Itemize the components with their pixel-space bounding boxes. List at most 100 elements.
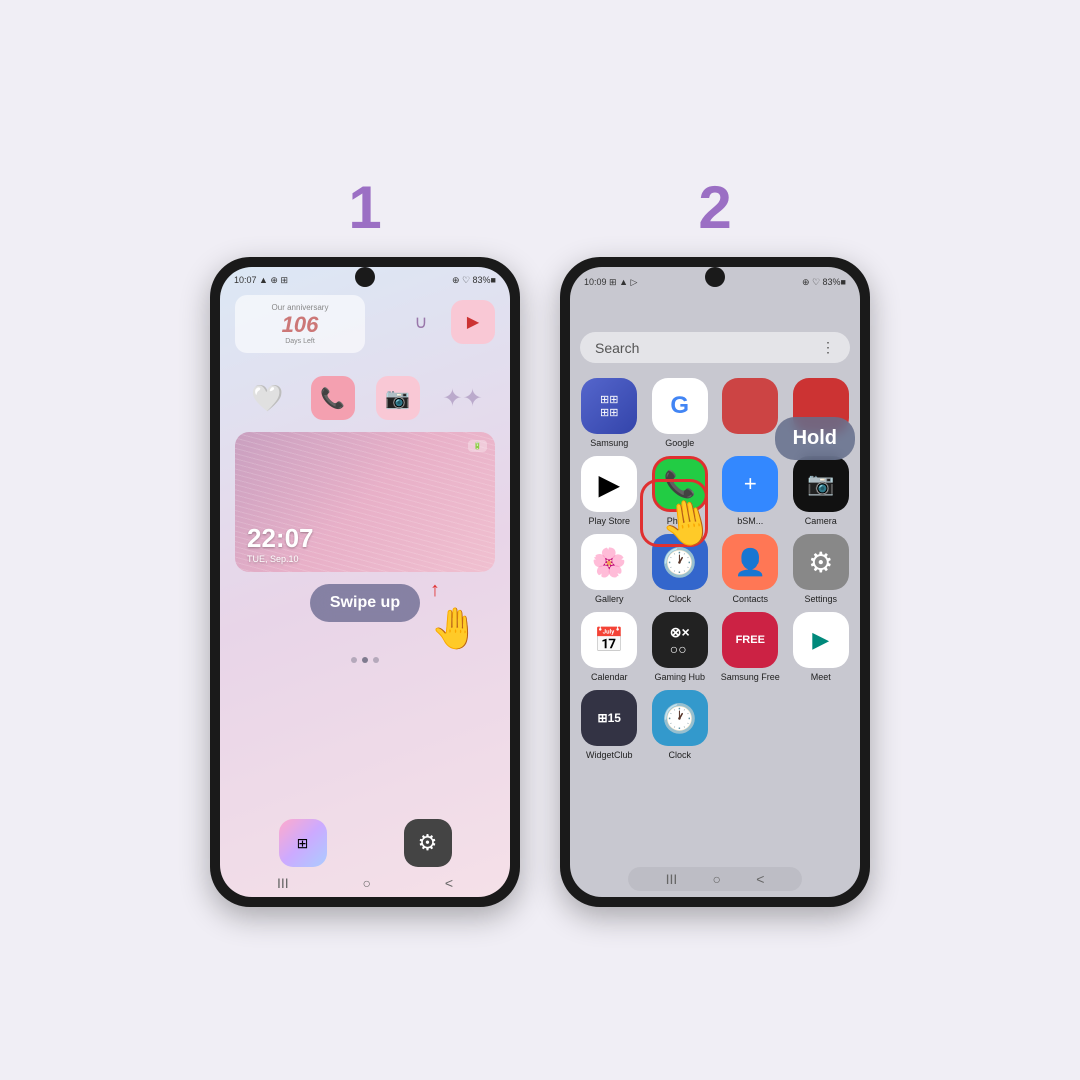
stars-icon[interactable]: ✦✦	[441, 376, 485, 420]
status-left-2: 10:09 ⊞ ▲ ▷	[584, 277, 637, 288]
nav-bar-1: III ○ <	[220, 875, 510, 891]
music-date: TUE, Sep.10	[247, 554, 314, 564]
app-widgetclub[interactable]: ⊞15 WidgetClub	[578, 690, 641, 760]
settings-label: Settings	[804, 594, 837, 604]
nav-home[interactable]: ○	[363, 875, 371, 891]
search-text: Search	[595, 340, 821, 356]
camera-icon-1[interactable]: 📷	[376, 376, 420, 420]
swipe-hand-icon: 🤚	[430, 605, 480, 652]
contacts-icon: 👤	[722, 534, 778, 590]
app-samsungfree[interactable]: FREE Samsung Free	[719, 612, 782, 682]
nav-bar-2: III ○ <	[628, 867, 802, 891]
nav-back[interactable]: III	[277, 875, 289, 891]
gallery-label: Gallery	[595, 594, 624, 604]
widgetclub-icon: ⊞15	[581, 690, 637, 746]
swipe-area: Swipe up ↑ 🤚	[235, 584, 495, 622]
step-1: 1 10:07 ▲ ⊕ ⊞ ⊕ ♡ 83%■ Our anniversary 1…	[210, 173, 520, 907]
music-info: 22:07 TUE, Sep.10	[247, 523, 314, 564]
swipe-up-button[interactable]: Swipe up	[310, 584, 420, 622]
clock2-label: Clock	[668, 750, 691, 760]
hold-hand-icon: 🤚	[656, 493, 719, 554]
google-icon: G	[652, 378, 708, 434]
nav-home-2[interactable]: ○	[713, 871, 721, 887]
icon-row-2: 🤍 📞 📷 ✦✦	[235, 376, 495, 420]
phone-1-screen: 10:07 ▲ ⊕ ⊞ ⊕ ♡ 83%■ Our anniversary 106…	[220, 267, 510, 897]
nsm-label: bSM...	[737, 516, 763, 526]
gallery-icon: 🌸	[581, 534, 637, 590]
app-playstore[interactable]: ▶ Play Store	[578, 456, 641, 526]
clock-label: Clock	[668, 594, 691, 604]
anniversary-subtitle: Our anniversary	[247, 303, 353, 312]
main-container: 1 10:07 ▲ ⊕ ⊞ ⊕ ♡ 83%■ Our anniversary 1…	[180, 143, 900, 937]
anniversary-label: Days Left	[247, 338, 353, 345]
dock-apps-icon[interactable]: ⊞	[279, 819, 327, 867]
calendar-icon: 📅	[581, 612, 637, 668]
app-contacts[interactable]: 👤 Contacts	[719, 534, 782, 604]
hold-tooltip: Hold	[775, 417, 855, 460]
nav-back-2[interactable]: III	[666, 871, 678, 887]
notch-2	[705, 267, 725, 287]
app-camera[interactable]: 📷 Camera	[790, 456, 853, 526]
clock2-icon: 🕐	[652, 690, 708, 746]
app-meet[interactable]: ▶ Meet	[790, 612, 853, 682]
playstore-label: Play Store	[588, 516, 630, 526]
contacts-label: Contacts	[732, 594, 768, 604]
unknown1-icon	[722, 378, 778, 434]
step-2-number: 2	[698, 173, 731, 242]
app-calendar[interactable]: 📅 Calendar	[578, 612, 641, 682]
home-content-1: Our anniversary 106 Days Left ∪ ▶ 🤍 📞	[220, 290, 510, 673]
search-bar[interactable]: Search ⋮	[580, 332, 850, 363]
camera-label: Camera	[805, 516, 837, 526]
app-gaminghub[interactable]: ⊗×○○ Gaming Hub	[649, 612, 712, 682]
app-unknown1[interactable]	[719, 378, 782, 448]
arrow-up-icon: ↑	[430, 579, 440, 602]
phone-2-screen: 10:09 ⊞ ▲ ▷ ⊕ ♡ 83%■ Search ⋮ ⊞⊞⊞⊞	[570, 267, 860, 897]
phone-1-frame: 10:07 ▲ ⊕ ⊞ ⊕ ♡ 83%■ Our anniversary 106…	[210, 257, 520, 907]
step-2: 2 10:09 ⊞ ▲ ▷ ⊕ ♡ 83%■ Search ⋮	[560, 173, 870, 907]
app-google[interactable]: G Google	[649, 378, 712, 448]
widgetclub-label: WidgetClub	[586, 750, 633, 760]
app-drawer: 10:09 ⊞ ▲ ▷ ⊕ ♡ 83%■ Search ⋮ ⊞⊞⊞⊞	[570, 267, 860, 897]
status-right-1: ⊕ ♡ 83%■	[452, 275, 496, 286]
meet-label: Meet	[811, 672, 831, 682]
anniversary-days: 106	[247, 312, 353, 338]
samsungfree-icon: FREE	[722, 612, 778, 668]
calendar-label: Calendar	[591, 672, 628, 682]
notch-1	[355, 267, 375, 287]
app-clock2[interactable]: 🕐 Clock	[649, 690, 712, 760]
dot-2	[362, 657, 368, 663]
samsungfree-label: Samsung Free	[721, 672, 780, 682]
status-left-1: 10:07 ▲ ⊕ ⊞	[234, 275, 288, 286]
phone-2-frame: 10:09 ⊞ ▲ ▷ ⊕ ♡ 83%■ Search ⋮ ⊞⊞⊞⊞	[560, 257, 870, 907]
meet-icon: ▶	[793, 612, 849, 668]
search-dots: ⋮	[821, 339, 835, 356]
samsung-icon: ⊞⊞⊞⊞	[581, 378, 637, 434]
dot-3	[373, 657, 379, 663]
icon-youtube[interactable]: ▶	[451, 300, 495, 344]
anniversary-widget: Our anniversary 106 Days Left	[235, 295, 365, 353]
gaminghub-label: Gaming Hub	[654, 672, 705, 682]
app-gallery[interactable]: 🌸 Gallery	[578, 534, 641, 604]
app-nsm[interactable]: + bSM...	[719, 456, 782, 526]
step-1-number: 1	[348, 173, 381, 242]
playstore-icon: ▶	[581, 456, 637, 512]
settings-grid-icon: ⚙	[793, 534, 849, 590]
camera-grid-icon: 📷	[793, 456, 849, 512]
icon-u[interactable]: ∪	[399, 300, 443, 344]
music-widget: 🔋 22:07 TUE, Sep.10	[235, 432, 495, 572]
app-settings[interactable]: ⚙ Settings	[790, 534, 853, 604]
phone-icon-1[interactable]: 📞	[311, 376, 355, 420]
nav-recent-2[interactable]: <	[756, 871, 764, 887]
status-right-2: ⊕ ♡ 83%■	[802, 277, 846, 288]
music-time: 22:07	[247, 523, 314, 554]
dock-settings-icon[interactable]: ⚙	[404, 819, 452, 867]
google-label: Google	[665, 438, 694, 448]
dot-1	[351, 657, 357, 663]
gaminghub-icon: ⊗×○○	[652, 612, 708, 668]
heart-icon[interactable]: 🤍	[246, 376, 290, 420]
page-dots	[235, 657, 495, 663]
app-samsung[interactable]: ⊞⊞⊞⊞ Samsung	[578, 378, 641, 448]
samsung-label: Samsung	[590, 438, 628, 448]
nsm-icon: +	[722, 456, 778, 512]
nav-recent[interactable]: <	[445, 875, 453, 891]
